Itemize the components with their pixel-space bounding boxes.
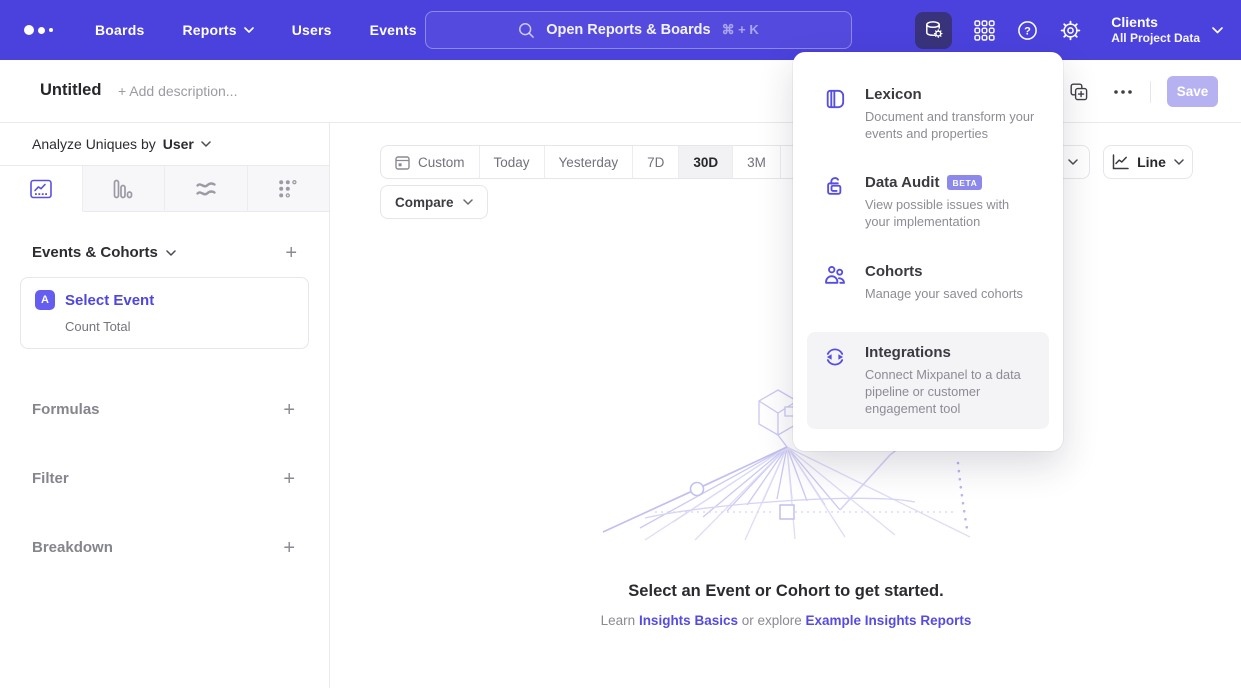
chart-type-dropdown[interactable]: Line xyxy=(1103,145,1193,179)
data-management-button[interactable] xyxy=(915,12,952,49)
menu-item-data-audit[interactable]: Data AuditBETA View possible issues with… xyxy=(807,162,1049,242)
analyze-label: Analyze Uniques by xyxy=(32,136,156,152)
range-7d[interactable]: 7D xyxy=(633,146,679,178)
gear-icon xyxy=(1060,20,1081,41)
chevron-down-icon xyxy=(201,141,211,147)
divider xyxy=(1150,81,1151,103)
top-nav: Boards Reports Users Events Open Reports… xyxy=(0,0,1241,60)
line-chart-tab-icon xyxy=(30,179,52,199)
app-window: Boards Reports Users Events Open Reports… xyxy=(0,0,1241,688)
analyze-uniques-row: Analyze Uniques by User xyxy=(0,123,329,166)
dots-grid-tab-icon xyxy=(278,179,298,199)
filter-section: Filter + xyxy=(32,470,295,487)
select-event-button[interactable]: Select Event xyxy=(65,292,154,309)
database-gear-icon xyxy=(923,19,945,41)
chevron-down-icon xyxy=(1212,27,1223,34)
add-breakdown-button[interactable]: + xyxy=(283,541,295,555)
cohorts-people-icon xyxy=(823,263,849,302)
chart-type-tabs xyxy=(0,166,329,212)
range-yesterday[interactable]: Yesterday xyxy=(545,146,634,178)
add-event-button[interactable]: + xyxy=(285,246,297,260)
nav-item-boards[interactable]: Boards xyxy=(95,22,144,38)
settings-button[interactable] xyxy=(1060,20,1081,41)
flow-tab-icon xyxy=(195,180,217,198)
project-scope: All Project Data xyxy=(1111,31,1200,46)
nav-item-users[interactable]: Users xyxy=(292,22,332,38)
add-formula-button[interactable]: + xyxy=(283,403,295,417)
example-insights-reports-link[interactable]: Example Insights Reports xyxy=(806,613,972,628)
chevron-down-icon xyxy=(244,27,254,33)
analyze-entity-dropdown[interactable]: User xyxy=(163,136,194,152)
empty-state-title: Select an Event or Cohort to get started… xyxy=(331,582,1241,601)
data-audit-icon xyxy=(823,174,849,230)
search-placeholder: Open Reports & Boards xyxy=(546,22,710,38)
chevron-down-icon xyxy=(1068,159,1078,165)
calendar-icon xyxy=(395,155,410,170)
tab-retention[interactable] xyxy=(248,166,330,212)
lexicon-book-icon xyxy=(823,86,849,142)
nav-item-reports[interactable]: Reports xyxy=(182,22,253,38)
tab-flow[interactable] xyxy=(165,166,248,212)
event-letter-badge: A xyxy=(35,290,55,310)
menu-item-lexicon[interactable]: Lexicon Document and transform your even… xyxy=(807,74,1049,154)
add-description-field[interactable]: + Add description... xyxy=(118,83,237,99)
breakdown-section: Breakdown + xyxy=(32,539,295,556)
range-today[interactable]: Today xyxy=(480,146,545,178)
tab-insights-line[interactable] xyxy=(0,166,83,212)
empty-state-subtitle: Learn Insights Basics or explore Example… xyxy=(331,613,1241,628)
tab-bar-chart[interactable] xyxy=(83,166,166,212)
ellipsis-icon xyxy=(1114,90,1132,94)
duplicate-icon xyxy=(1070,83,1088,101)
data-management-menu: Lexicon Document and transform your even… xyxy=(793,52,1063,451)
mixpanel-logo[interactable] xyxy=(24,25,53,35)
formulas-section: Formulas + xyxy=(32,401,295,418)
bar-chart-tab-icon xyxy=(113,179,133,199)
query-builder-sidebar: Analyze Uniques by User xyxy=(0,123,330,688)
events-cohorts-dropdown[interactable]: Events & Cohorts xyxy=(32,244,176,261)
chevron-down-icon xyxy=(463,199,473,205)
nav-item-events[interactable]: Events xyxy=(370,22,417,38)
report-title[interactable]: Untitled xyxy=(40,81,101,100)
event-card[interactable]: A Select Event Count Total xyxy=(20,277,309,349)
search-input[interactable]: Open Reports & Boards ⌘ + K xyxy=(425,11,852,49)
event-aggregation[interactable]: Count Total xyxy=(65,319,294,334)
chevron-down-icon xyxy=(1174,159,1184,165)
apps-grid-button[interactable] xyxy=(974,20,995,41)
add-filter-button[interactable]: + xyxy=(283,472,295,486)
more-options-button[interactable] xyxy=(1114,90,1132,94)
menu-item-integrations[interactable]: Integrations Connect Mixpanel to a data … xyxy=(807,332,1049,429)
integrations-sync-icon xyxy=(823,344,849,417)
insights-basics-link[interactable]: Insights Basics xyxy=(639,613,738,628)
search-shortcut: ⌘ + K xyxy=(722,22,759,38)
help-icon: ? xyxy=(1017,20,1038,41)
formulas-label: Formulas xyxy=(32,401,100,418)
filter-label: Filter xyxy=(32,470,69,487)
range-3m[interactable]: 3M xyxy=(733,146,781,178)
menu-item-cohorts[interactable]: Cohorts Manage your saved cohorts xyxy=(807,251,1049,314)
search-icon xyxy=(518,22,535,39)
nav-right-cluster: ? Clients All Project Data xyxy=(915,0,1223,60)
line-chart-icon xyxy=(1112,154,1129,170)
grid-icon xyxy=(974,20,995,41)
range-custom[interactable]: Custom xyxy=(381,146,480,178)
report-canvas: Custom Today Yesterday 7D 30D 3M 6M Comp… xyxy=(331,123,1241,688)
compare-button[interactable]: Compare xyxy=(380,185,488,219)
save-button[interactable]: Save xyxy=(1167,76,1218,107)
breakdown-label: Breakdown xyxy=(32,539,113,556)
org-name: Clients xyxy=(1111,14,1200,32)
help-button[interactable]: ? xyxy=(1017,20,1038,41)
chevron-down-icon xyxy=(166,250,176,256)
report-header-actions: Save xyxy=(1070,76,1218,107)
project-selector[interactable]: Clients All Project Data xyxy=(1111,14,1200,47)
main-nav: Boards Reports Users Events xyxy=(95,22,417,38)
range-30d[interactable]: 30D xyxy=(679,146,733,178)
beta-badge: BETA xyxy=(947,175,982,190)
duplicate-button[interactable] xyxy=(1070,83,1088,101)
svg-text:?: ? xyxy=(1024,25,1031,37)
events-cohorts-header: Events & Cohorts + xyxy=(32,244,297,261)
